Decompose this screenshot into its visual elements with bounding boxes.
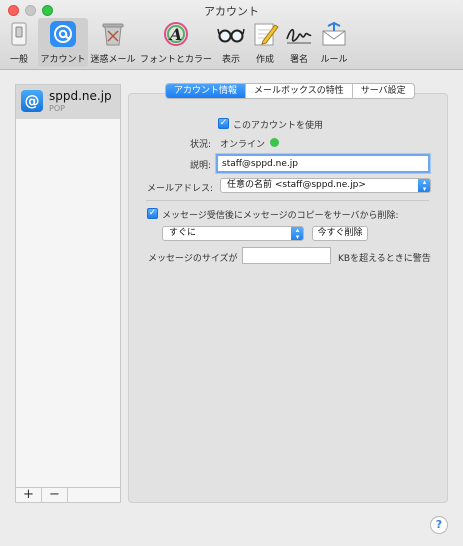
toolbar-signatures[interactable]: 署名 (284, 18, 314, 67)
account-name: sppd.ne.jp (49, 89, 112, 103)
status-value: オンライン (220, 140, 266, 150)
delete-copy-label: メッセージ受信後にメッセージのコピーをサーバから削除: (162, 211, 399, 221)
tab-account-info[interactable]: アカウント情報 (166, 84, 247, 98)
email-address-value: 任意の名前 <staff@sppd.ne.jp> (227, 180, 366, 190)
toolbar-fonts-colors[interactable]: A フォントとカラー (139, 18, 213, 67)
delete-copy-checkbox[interactable]: ✓ (147, 208, 158, 219)
remove-account-button[interactable]: − (42, 488, 68, 502)
message-size-suffix: KBを超えるときに警告 (338, 254, 431, 264)
toolbar-label: 迷惑メール (90, 55, 136, 65)
help-button[interactable]: ? (430, 516, 448, 534)
message-size-field[interactable] (242, 247, 331, 264)
account-list-item[interactable]: @ sppd.ne.jp POP (16, 85, 120, 119)
divider (146, 200, 429, 201)
message-size-label: メッセージのサイズが (148, 254, 238, 264)
toolbar-label: 一般 (9, 55, 28, 65)
toolbar-label: ルール (320, 55, 348, 65)
email-address-popup[interactable]: 任意の名前 <staff@sppd.ne.jp> ▴ ▾ (220, 178, 431, 193)
delete-timing-value: すぐに (169, 228, 197, 238)
add-account-button[interactable]: + (16, 488, 42, 502)
sidebar-button-bar: + − (15, 487, 121, 503)
toolbar-rules[interactable]: ルール (318, 18, 350, 67)
status-label: 状況: (189, 140, 211, 150)
pencil-note-icon (254, 23, 279, 46)
accounts-sidebar: @ sppd.ne.jp POP (15, 84, 121, 488)
title-bar: アカウント 一般 アカウント 迷惑メール A フォントとカラー 表示 作成 署名… (0, 0, 463, 70)
toolbar-accounts[interactable]: アカウント (38, 18, 88, 67)
at-sign-icon: @ (21, 90, 43, 112)
toolbar-label: アカウント (40, 55, 86, 65)
tab-mailbox-behaviors[interactable]: メールボックスの特性 (246, 84, 353, 98)
window-title: アカウント (204, 5, 259, 18)
svg-text:A: A (168, 25, 182, 44)
font-letter-icon: A (164, 22, 188, 46)
delete-now-button[interactable]: 今すぐ削除 (312, 226, 368, 241)
description-field[interactable] (216, 154, 430, 173)
preferences-window: アカウント 一般 アカウント 迷惑メール A フォントとカラー 表示 作成 署名… (0, 0, 463, 546)
toolbar-composing[interactable]: 作成 (250, 18, 280, 67)
toolbar-label: フォントとカラー (139, 55, 212, 65)
chevron-up-down-icon: ▴ ▾ (418, 179, 430, 192)
signature-icon (286, 28, 312, 44)
general-switch-icon (11, 22, 27, 46)
toolbar-viewing[interactable]: 表示 (216, 18, 246, 67)
delete-timing-popup[interactable]: すぐに ▴ ▾ (162, 226, 304, 241)
tab-server-settings[interactable]: サーバ設定 (353, 84, 414, 98)
rules-envelope-icon (322, 21, 346, 46)
use-account-label: このアカウントを使用 (233, 121, 324, 131)
junk-mail-icon (102, 23, 124, 46)
account-type: POP (49, 104, 65, 113)
toolbar-junk-mail[interactable]: 迷惑メール (89, 18, 137, 67)
toolbar-label: 表示 (221, 55, 240, 65)
chevron-up-down-icon: ▴ ▾ (291, 227, 303, 240)
description-label: 説明: (189, 161, 211, 171)
at-sign-icon (50, 21, 76, 47)
glasses-icon (217, 28, 245, 43)
settings-tabs: アカウント情報 メールボックスの特性 サーバ設定 (165, 83, 415, 99)
use-account-checkbox[interactable]: ✓ (218, 118, 229, 129)
email-address-label: メールアドレス: (146, 184, 213, 194)
toolbar-label: 作成 (255, 55, 274, 65)
toolbar-label: 署名 (289, 55, 308, 65)
toolbar-general[interactable]: 一般 (4, 18, 34, 67)
online-status-indicator (270, 138, 279, 147)
